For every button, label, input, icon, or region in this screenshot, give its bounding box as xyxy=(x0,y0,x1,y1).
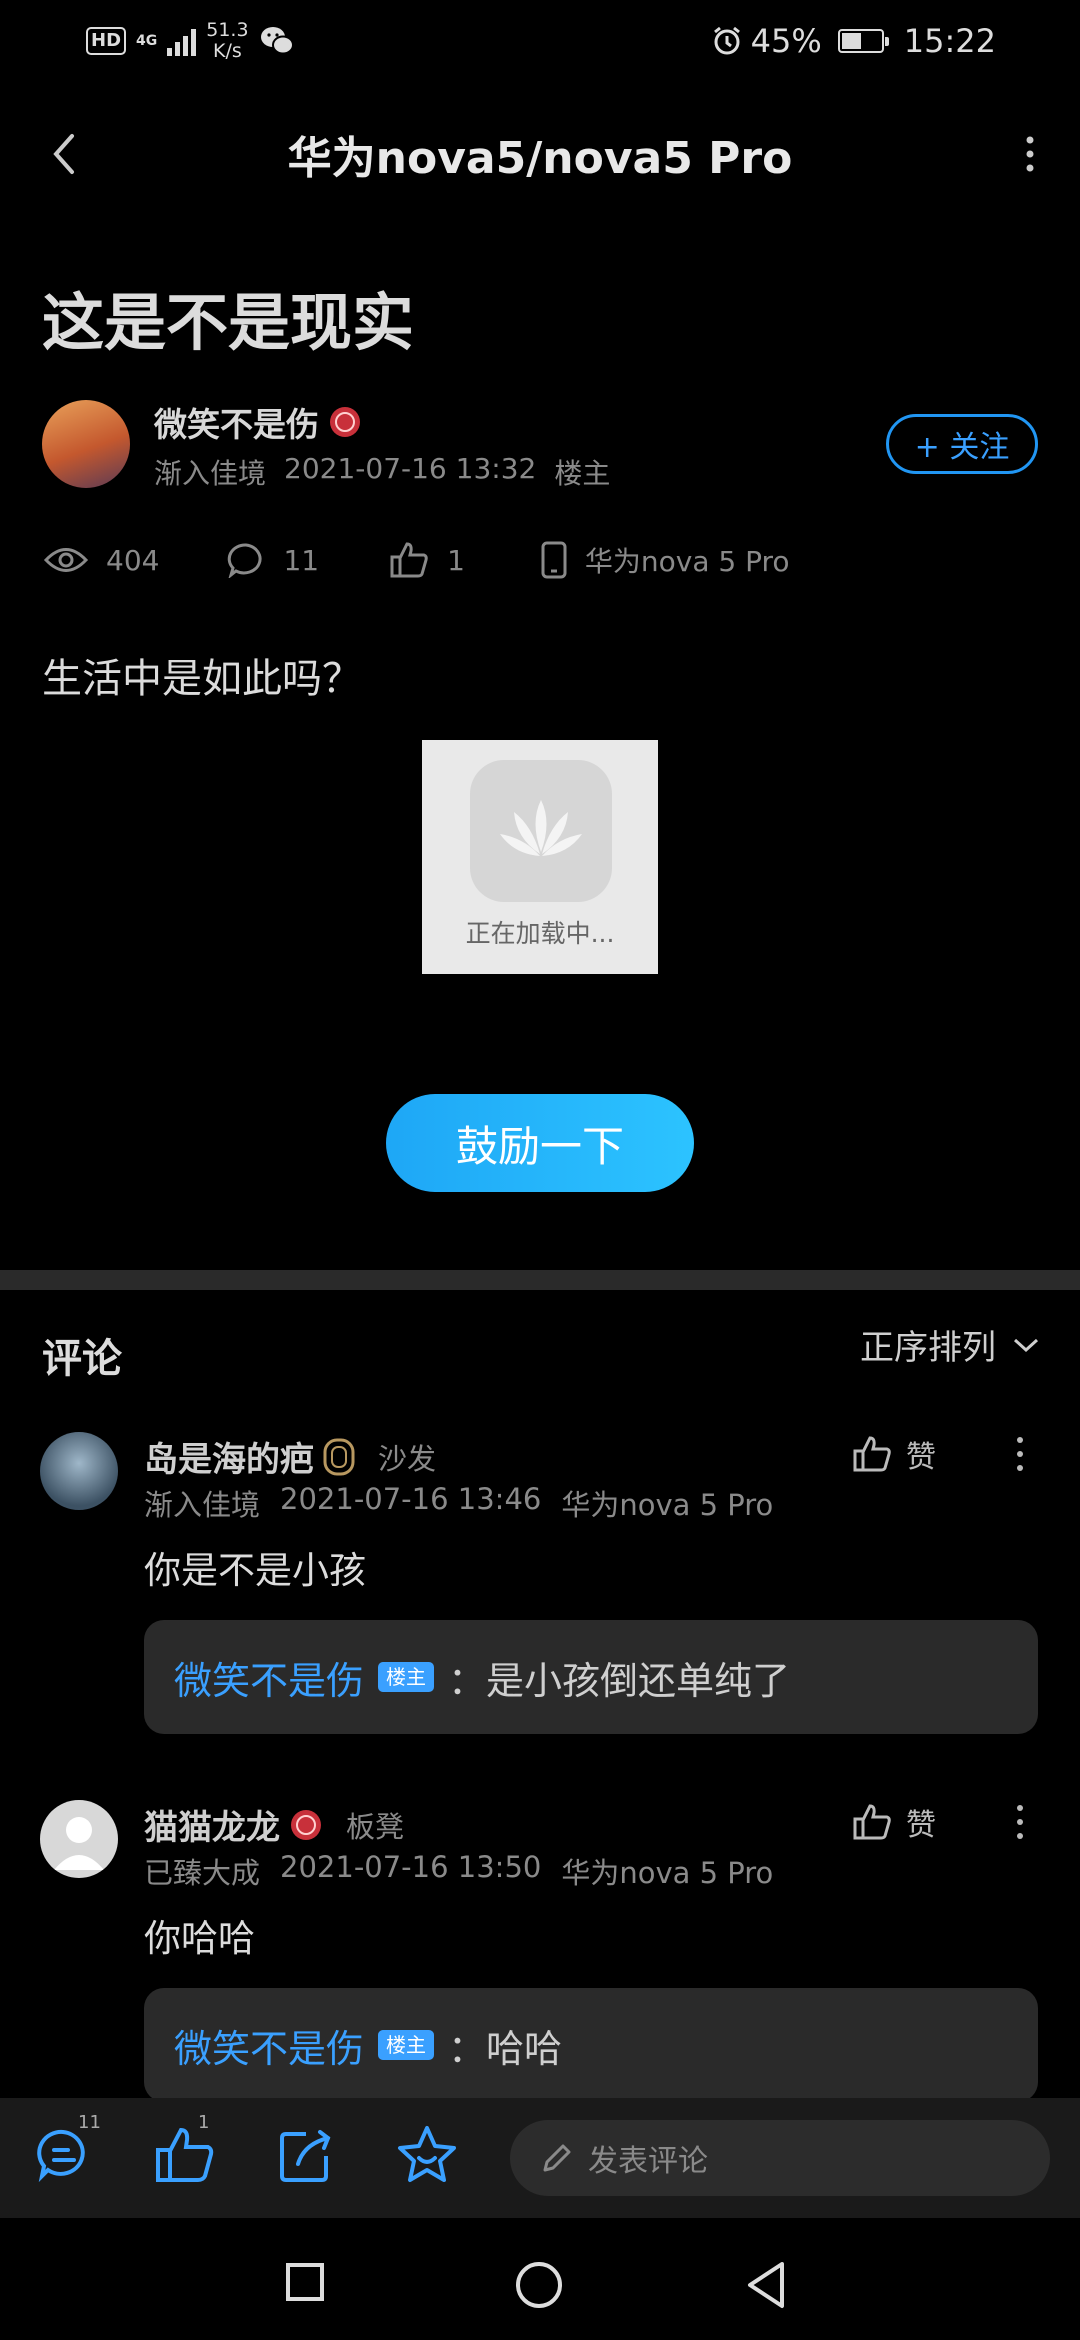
section-divider xyxy=(0,1270,1080,1290)
post-stats: 404 11 1 华为nova 5 Pro xyxy=(44,540,790,580)
commenter-level: 渐入佳境 xyxy=(144,1488,261,1522)
cheer-button[interactable]: 鼓励一下 xyxy=(386,1094,694,1192)
comment-icon xyxy=(228,543,262,578)
page-title: 华为nova5/nova5 Pro xyxy=(287,133,793,184)
follow-button[interactable]: + 关注 xyxy=(886,414,1038,474)
back-nav-icon[interactable] xyxy=(744,2260,788,2310)
chevron-down-icon xyxy=(1013,1338,1039,1352)
signal-icon xyxy=(167,26,197,56)
comment-text: 你哈哈 xyxy=(144,1917,255,1960)
more-icon[interactable] xyxy=(1010,126,1050,182)
post-title: 这是不是现实 xyxy=(42,286,415,359)
author-avatar[interactable] xyxy=(42,400,130,488)
comment-datetime: 2021-07-16 13:50 xyxy=(280,1850,542,1884)
thumbs-up-icon xyxy=(390,542,428,578)
share-icon[interactable] xyxy=(270,2120,340,2190)
comment-count: 11 xyxy=(283,543,320,577)
comment-input[interactable]: 发表评论 xyxy=(510,2120,1050,2196)
post-datetime: 2021-07-16 13:32 xyxy=(284,452,537,485)
commenter-level: 已臻大成 xyxy=(144,1856,261,1890)
comment-more-icon[interactable] xyxy=(1008,1432,1032,1476)
clock: 15:22 xyxy=(903,22,996,60)
hd-icon: HD xyxy=(86,27,127,55)
bottom-action-bar: 11 1 发表评论 xyxy=(0,2098,1080,2218)
comment-like-button[interactable]: 赞 xyxy=(852,1800,936,1844)
author-name[interactable]: 微笑不是伤 xyxy=(154,398,319,446)
owner-badge: 楼主 xyxy=(378,1662,435,1692)
alarm-icon xyxy=(713,26,740,55)
wechat-icon xyxy=(260,27,294,55)
sort-dropdown[interactable]: 正序排列 xyxy=(860,1320,1040,1369)
comment-datetime: 2021-07-16 13:46 xyxy=(280,1482,542,1516)
medal-icon xyxy=(291,1809,321,1840)
commenter-name[interactable]: 岛是海的疤 xyxy=(144,1432,314,1481)
like-count-badge: 1 xyxy=(198,2112,210,2133)
eye-icon xyxy=(44,548,88,572)
pencil-icon xyxy=(543,2144,571,2172)
reply-author[interactable]: 微笑不是伤 xyxy=(174,1650,364,1705)
battery-percent: 45% xyxy=(750,22,822,60)
comment-more-icon[interactable] xyxy=(1008,1800,1032,1844)
network-speed: 51.3 K/s xyxy=(206,19,249,62)
reply-box[interactable]: 微笑不是伤 楼主 ：是小孩倒还单纯了 xyxy=(144,1620,1038,1734)
status-bar: HD 4G 51.3 K/s 45% 15:22 xyxy=(0,0,1080,82)
post-body: 生活中是如此吗？ xyxy=(42,656,362,702)
thumbs-up-icon xyxy=(853,1436,891,1472)
reply-text: ：是小孩倒还单纯了 xyxy=(448,1658,791,1703)
thumbs-up-icon[interactable] xyxy=(150,2120,220,2190)
battery-icon xyxy=(837,29,889,53)
network-type: 4G xyxy=(136,32,158,49)
badge-icon xyxy=(323,1438,355,1475)
phone-icon xyxy=(541,541,567,579)
comment-count-badge: 11 xyxy=(78,2112,101,2133)
comment-floor: 板凳 xyxy=(346,1809,405,1844)
medal-icon xyxy=(330,407,360,437)
commenter-name[interactable]: 猫猫龙龙 xyxy=(144,1800,280,1849)
author-role: 楼主 xyxy=(554,457,611,490)
reply-author[interactable]: 微笑不是伤 xyxy=(174,2018,364,2073)
reply-text: ：哈哈 xyxy=(448,2026,563,2071)
author-level: 渐入佳境 xyxy=(154,457,267,490)
thumbs-up-icon xyxy=(853,1804,891,1840)
comment-device: 华为nova 5 Pro xyxy=(561,1488,774,1522)
like-count: 1 xyxy=(447,543,465,577)
commenter-avatar[interactable] xyxy=(40,1800,118,1878)
comment-text: 你是不是小孩 xyxy=(144,1549,366,1592)
favorite-icon[interactable] xyxy=(392,2120,462,2190)
view-count: 404 xyxy=(106,543,160,577)
recent-apps-icon[interactable] xyxy=(285,2262,325,2302)
reply-box[interactable]: 微笑不是伤 楼主 ：哈哈 xyxy=(144,1988,1038,2102)
comment-floor: 沙发 xyxy=(378,1441,437,1476)
home-icon[interactable] xyxy=(514,2260,564,2310)
device-name: 华为nova 5 Pro xyxy=(584,545,790,578)
owner-badge: 楼主 xyxy=(378,2030,435,2060)
comment-like-button[interactable]: 赞 xyxy=(852,1432,936,1476)
system-nav-bar xyxy=(0,2218,1080,2340)
comment-device: 华为nova 5 Pro xyxy=(561,1856,774,1890)
post-image[interactable]: 正在加载中... xyxy=(422,740,658,974)
loading-text: 正在加载中... xyxy=(465,919,615,948)
commenter-avatar[interactable] xyxy=(40,1432,118,1510)
huawei-logo-icon xyxy=(470,760,612,902)
comments-title: 评论 xyxy=(42,1336,122,1382)
